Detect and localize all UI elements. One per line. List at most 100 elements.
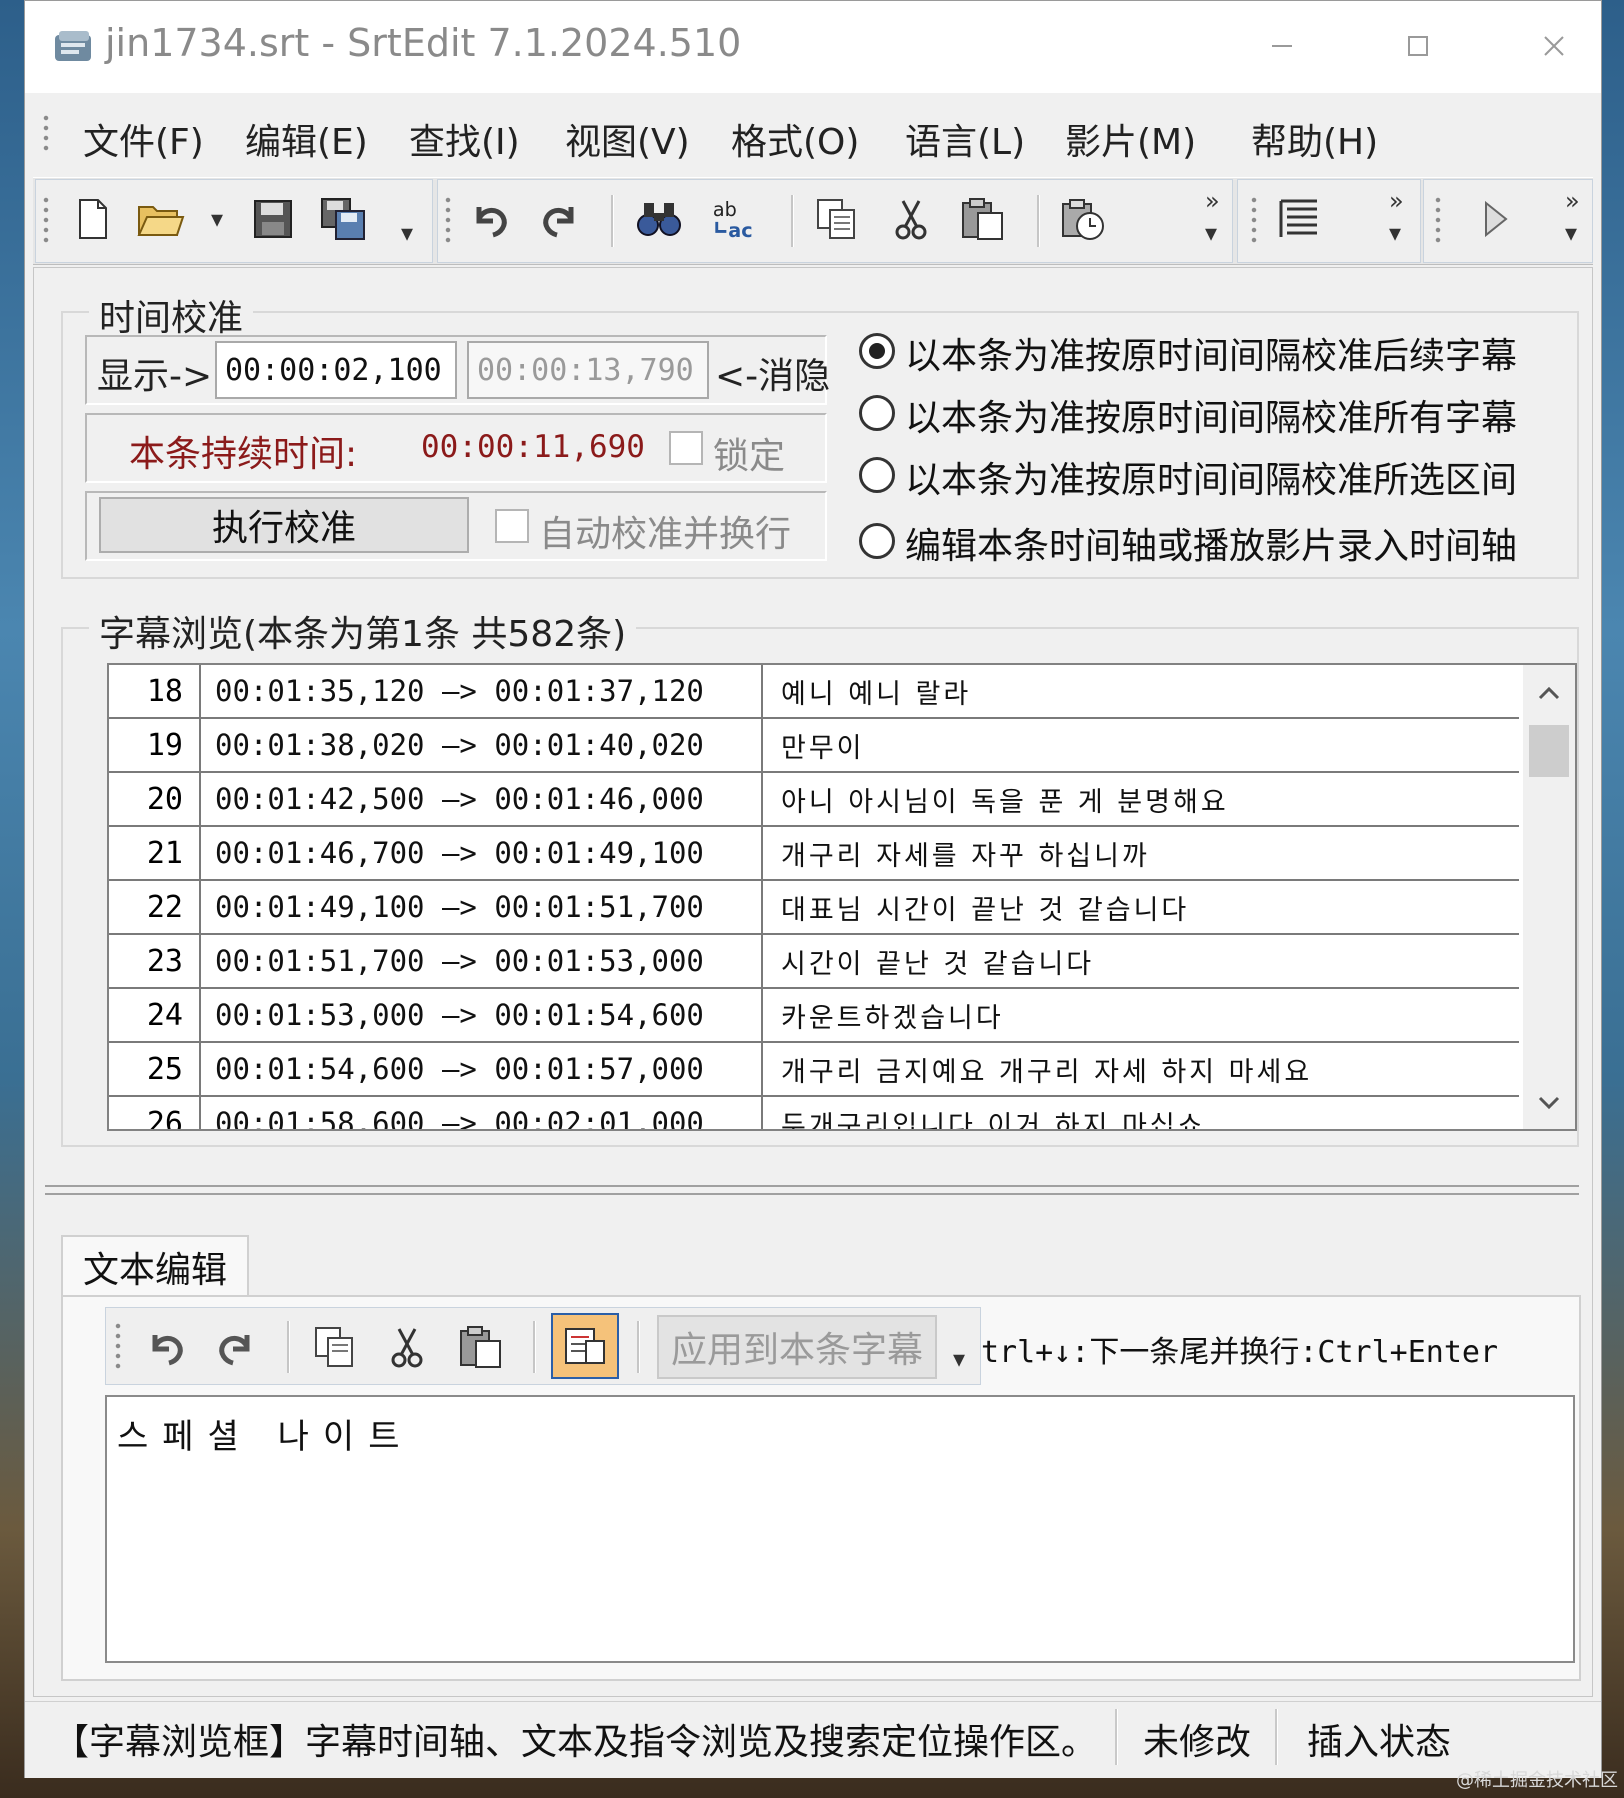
apply-to-subtitle-button[interactable]: 应用到本条字幕 bbox=[657, 1315, 937, 1379]
lock-checkbox[interactable] bbox=[669, 431, 703, 465]
find-icon[interactable] bbox=[635, 195, 683, 243]
toolbar-separator bbox=[791, 195, 794, 247]
subtitle-browse-title: 字幕浏览(本条为第1条 共582条) bbox=[89, 605, 637, 657]
row-number: 20 bbox=[109, 773, 201, 825]
undo-icon[interactable] bbox=[465, 195, 513, 243]
replace-icon[interactable]: ab ac bbox=[711, 195, 759, 243]
toolbar-grip-4[interactable] bbox=[1435, 195, 1441, 247]
menu-file[interactable]: 文件(F) bbox=[83, 113, 204, 165]
radio-calibrate-following[interactable] bbox=[859, 333, 895, 369]
minimize-button[interactable] bbox=[1247, 15, 1317, 77]
cut-icon[interactable] bbox=[887, 195, 935, 243]
status-insert-mode: 插入状态 bbox=[1307, 1722, 1452, 1763]
paste-icon[interactable] bbox=[959, 195, 1007, 243]
time-icon[interactable] bbox=[1059, 195, 1107, 243]
list-row[interactable]: 26 00:01:58,600 —> 00:02:01,000 두개구리입니다 … bbox=[109, 1097, 1519, 1129]
subtitle-list[interactable]: 18 00:01:35,120 —> 00:01:37,120 예니 예니 랄라… bbox=[107, 663, 1577, 1131]
row-timecode: 00:01:42,500 —> 00:01:46,000 bbox=[203, 773, 763, 825]
auto-calibrate-checkbox[interactable] bbox=[495, 509, 529, 543]
toolbar-overflow-1-icon[interactable]: ▾ bbox=[401, 221, 413, 245]
menu-edit[interactable]: 编辑(E) bbox=[245, 113, 368, 165]
menu-view[interactable]: 视图(V) bbox=[565, 113, 690, 165]
scroll-down-icon[interactable] bbox=[1537, 1093, 1561, 1113]
toolbar-more-3-icon[interactable]: » bbox=[1565, 189, 1580, 213]
save-icon[interactable] bbox=[249, 195, 297, 243]
title-bar: jin1734.srt - SrtEdit 7.1.2024.510 bbox=[25, 1, 1601, 93]
row-text: 대표님 시간이 끝난 것 같습니다 bbox=[781, 894, 1190, 926]
list-scrollbar[interactable] bbox=[1523, 665, 1575, 1129]
edit-redo-icon[interactable] bbox=[213, 1323, 261, 1371]
apply-text-icon[interactable] bbox=[551, 1313, 619, 1379]
save-as-icon[interactable] bbox=[319, 195, 367, 243]
start-time-input[interactable]: 00:00:02,100 bbox=[215, 341, 457, 399]
toolbar-grip[interactable] bbox=[43, 195, 49, 247]
play-icon[interactable] bbox=[1471, 195, 1519, 243]
close-icon bbox=[1544, 36, 1564, 56]
row-timecode: 00:01:54,600 —> 00:01:57,000 bbox=[203, 1043, 763, 1095]
new-file-icon[interactable] bbox=[69, 195, 117, 243]
list-icon[interactable] bbox=[1275, 195, 1323, 243]
subtitle-text-editor[interactable]: 스페셜 나이트 bbox=[105, 1395, 1575, 1663]
radio-calibrate-selection[interactable] bbox=[859, 457, 895, 493]
toolbar-overflow-4-icon[interactable]: ▾ bbox=[1565, 221, 1577, 245]
app-window: jin1734.srt - SrtEdit 7.1.2024.510 文件(F)… bbox=[24, 0, 1602, 1778]
toolbar-more-icon[interactable]: » bbox=[1205, 189, 1220, 213]
row-timecode: 00:01:49,100 —> 00:01:51,700 bbox=[203, 881, 763, 933]
row-text: 개구리 자세를 자꾸 하십니까 bbox=[781, 840, 1150, 872]
toolbar-overflow-3-icon[interactable]: ▾ bbox=[1389, 221, 1401, 245]
radio-edit-timeline[interactable] bbox=[859, 523, 895, 559]
list-row[interactable]: 23 00:01:51,700 —> 00:01:53,000 시간이 끝난 것… bbox=[109, 935, 1519, 989]
app-icon bbox=[55, 31, 91, 61]
toolbar-overflow-2-icon[interactable]: ▾ bbox=[1205, 221, 1217, 245]
close-button[interactable] bbox=[1519, 15, 1589, 77]
tab-text-edit[interactable]: 文本编辑 bbox=[61, 1235, 249, 1297]
open-folder-icon[interactable] bbox=[137, 195, 185, 243]
svg-text:ac: ac bbox=[728, 219, 752, 242]
row-timecode: 00:01:46,700 —> 00:01:49,100 bbox=[203, 827, 763, 879]
execute-calibration-button[interactable]: 执行校准 bbox=[99, 497, 469, 553]
edit-undo-icon[interactable] bbox=[141, 1323, 189, 1371]
row-number: 26 bbox=[109, 1097, 201, 1129]
edit-cut-icon[interactable] bbox=[383, 1323, 431, 1371]
radio-calibrate-all-label: 以本条为准按原时间间隔校准所有字幕 bbox=[905, 398, 1518, 439]
edit-copy-icon[interactable] bbox=[311, 1323, 359, 1371]
edit-paste-icon[interactable] bbox=[457, 1323, 505, 1371]
toolbar-grip-3[interactable] bbox=[1251, 195, 1257, 247]
toolbar-more-2-icon[interactable]: » bbox=[1389, 189, 1404, 213]
list-row[interactable]: 18 00:01:35,120 —> 00:01:37,120 예니 예니 랄라 bbox=[109, 665, 1519, 719]
lock-label: 锁定 bbox=[713, 436, 786, 477]
radio-calibrate-all[interactable] bbox=[859, 395, 895, 431]
toolbar-separator bbox=[611, 195, 614, 247]
watermark: @稀土掘金技术社区 bbox=[1456, 1770, 1618, 1791]
toolbar-grip-2[interactable] bbox=[445, 195, 451, 247]
maximize-button[interactable] bbox=[1383, 15, 1453, 77]
edit-toolbar-separator bbox=[287, 1321, 290, 1373]
list-row[interactable]: 20 00:01:42,500 —> 00:01:46,000 아니 아시님이 … bbox=[109, 773, 1519, 827]
redo-icon[interactable] bbox=[537, 195, 585, 243]
scroll-thumb[interactable] bbox=[1529, 725, 1569, 777]
menu-language[interactable]: 语言(L) bbox=[905, 113, 1025, 165]
row-number: 23 bbox=[109, 935, 201, 987]
scroll-up-icon[interactable] bbox=[1537, 683, 1561, 703]
status-separator bbox=[1115, 1709, 1118, 1765]
menu-help[interactable]: 帮助(H) bbox=[1251, 113, 1378, 165]
menu-find[interactable]: 查找(I) bbox=[409, 113, 520, 165]
copy-icon[interactable] bbox=[813, 195, 861, 243]
menu-format[interactable]: 格式(O) bbox=[731, 113, 859, 165]
open-dropdown-icon[interactable]: ▾ bbox=[211, 207, 223, 231]
row-timecode: 00:01:53,000 —> 00:01:54,600 bbox=[203, 989, 763, 1041]
radio-calibrate-selection-label: 以本条为准按原时间间隔校准所选区间 bbox=[905, 460, 1518, 501]
panel-splitter[interactable] bbox=[45, 1185, 1579, 1195]
end-time-input[interactable]: 00:00:13,790 bbox=[467, 341, 709, 399]
list-row[interactable]: 19 00:01:38,020 —> 00:01:40,020 만무이 bbox=[109, 719, 1519, 773]
list-row[interactable]: 25 00:01:54,600 —> 00:01:57,000 개구리 금지예요… bbox=[109, 1043, 1519, 1097]
edit-toolbar-separator bbox=[637, 1321, 640, 1373]
menu-grip[interactable] bbox=[43, 113, 49, 155]
edit-toolbar-grip[interactable] bbox=[115, 1321, 121, 1371]
menu-movie[interactable]: 影片(M) bbox=[1065, 113, 1196, 165]
list-row[interactable]: 21 00:01:46,700 —> 00:01:49,100 개구리 자세를 … bbox=[109, 827, 1519, 881]
row-number: 19 bbox=[109, 719, 201, 771]
edit-toolbar-overflow-icon[interactable]: ▾ bbox=[953, 1347, 965, 1371]
list-row[interactable]: 22 00:01:49,100 —> 00:01:51,700 대표님 시간이 … bbox=[109, 881, 1519, 935]
list-row[interactable]: 24 00:01:53,000 —> 00:01:54,600 카운트하겠습니다 bbox=[109, 989, 1519, 1043]
